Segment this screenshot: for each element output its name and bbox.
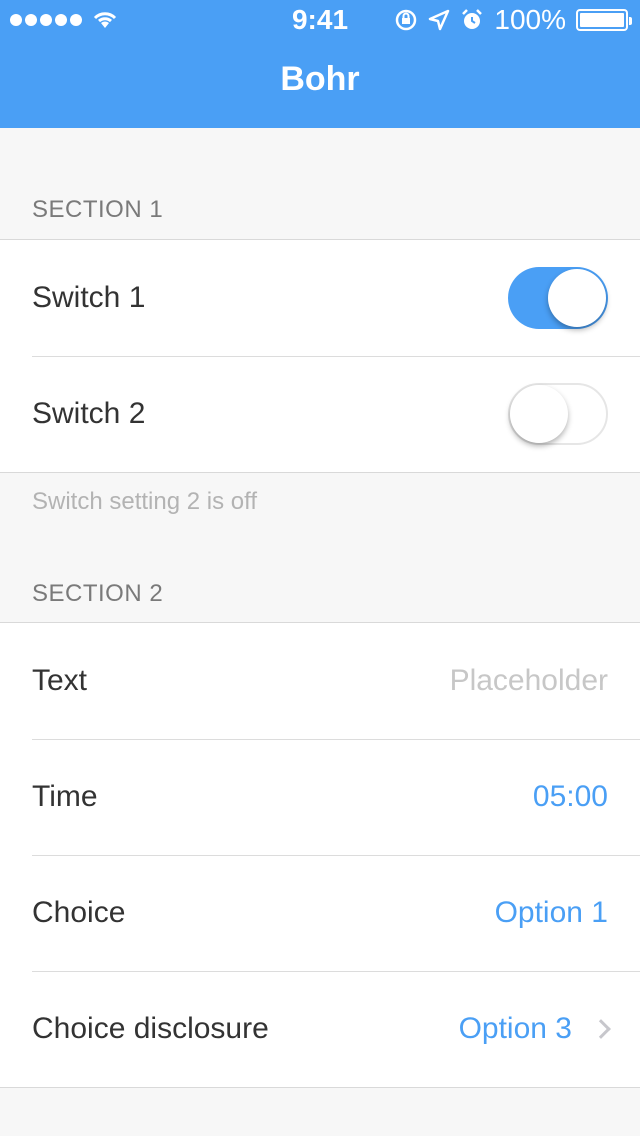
rotation-lock-icon (396, 9, 417, 31)
battery-percent: 100% (494, 4, 566, 35)
time-row[interactable]: Time 05:00 (0, 739, 640, 855)
location-arrow-icon (429, 9, 450, 31)
time-label: Time (32, 780, 98, 813)
switch-1-row: Switch 1 (0, 240, 640, 356)
section-2-header: SECTION 2 (32, 580, 164, 607)
choice-label: Choice (32, 896, 126, 929)
section-1-header: SECTION 1 (32, 196, 164, 223)
choice-disclosure-value[interactable]: Option 3 (459, 1012, 572, 1046)
section-1-footer: Switch setting 2 is off (32, 488, 257, 515)
text-input[interactable]: Placeholder (450, 664, 608, 698)
status-bar: 9:41 100% (0, 0, 640, 40)
text-label: Text (32, 664, 88, 697)
switch-1-label: Switch 1 (32, 281, 146, 314)
section-1-group: Switch 1 Switch 2 (0, 239, 640, 473)
alarm-icon (462, 9, 483, 29)
chevron-right-icon (591, 1019, 611, 1039)
switch-2-row: Switch 2 (0, 356, 640, 472)
switch-2-toggle[interactable] (508, 383, 608, 445)
section-2-group: Text Placeholder Time 05:00 Choice Optio… (0, 622, 640, 1088)
switch-2-label: Switch 2 (32, 397, 146, 430)
choice-row[interactable]: Choice Option 1 (0, 855, 640, 971)
time-value[interactable]: 05:00 (533, 780, 608, 814)
switch-1-toggle[interactable] (508, 267, 608, 329)
text-row[interactable]: Text Placeholder (0, 623, 640, 739)
app-header: 9:41 100% Bohr (0, 0, 640, 128)
choice-disclosure-row[interactable]: Choice disclosure Option 3 (0, 971, 640, 1087)
battery-icon (576, 9, 632, 31)
choice-disclosure-label: Choice disclosure (32, 1012, 269, 1045)
page-title: Bohr (280, 60, 360, 98)
choice-value[interactable]: Option 1 (495, 896, 608, 930)
